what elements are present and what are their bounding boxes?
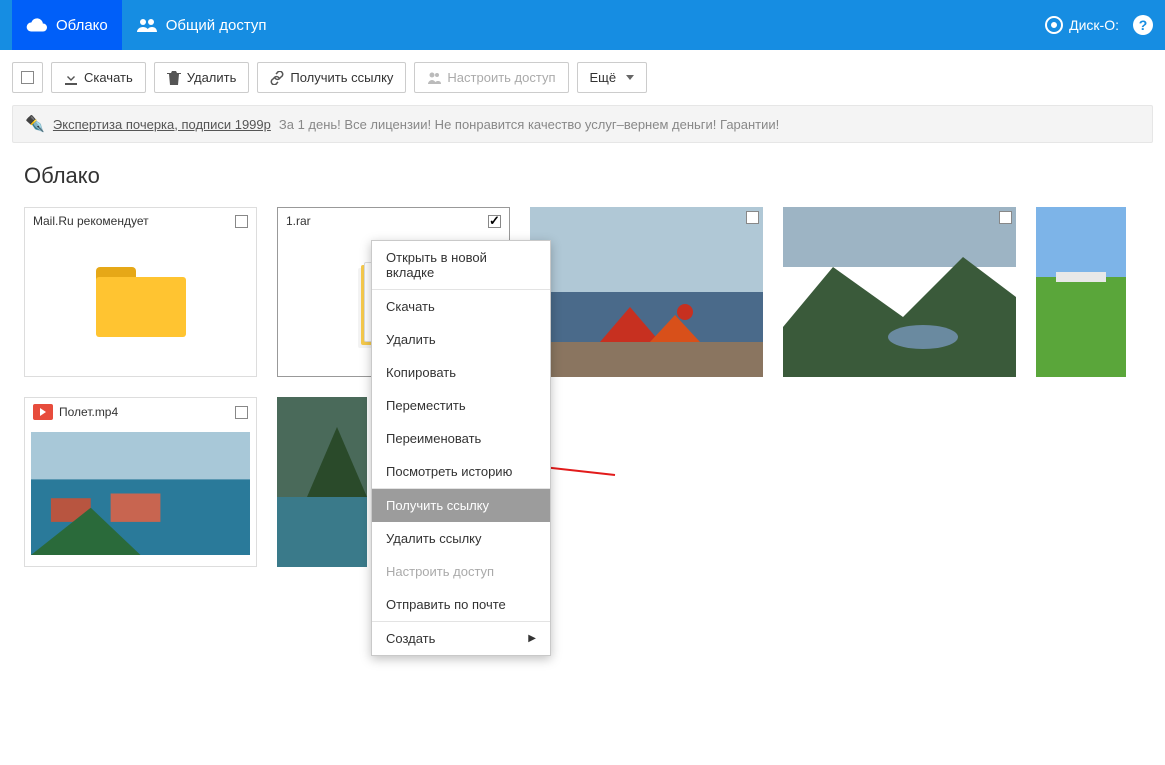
cloud-icon	[26, 17, 48, 33]
ctx-delete[interactable]: Удалить	[372, 323, 550, 356]
promo-text: За 1 день! Все лицензии! Не понравится к…	[279, 117, 779, 132]
download-button[interactable]: Скачать	[51, 62, 146, 93]
access-button[interactable]: Настроить доступ	[414, 62, 568, 93]
context-menu: Открыть в новой вкладке Скачать Удалить …	[371, 240, 551, 656]
folder-icon	[96, 267, 186, 337]
card-title: Полет.mp4	[59, 405, 118, 419]
page-title: Облако	[0, 157, 1165, 207]
download-icon	[64, 71, 78, 85]
card-image-3[interactable]	[1036, 207, 1126, 377]
disko-icon	[1045, 16, 1063, 34]
more-label: Ещё	[590, 70, 617, 85]
select-all-checkbox[interactable]	[12, 62, 43, 93]
card-image-2[interactable]	[783, 207, 1016, 377]
chevron-right-icon: ▶	[528, 633, 536, 644]
ctx-send-mail[interactable]: Отправить по почте	[372, 588, 550, 621]
ctx-get-link[interactable]: Получить ссылку	[372, 488, 550, 522]
svg-text:?: ?	[1139, 17, 1148, 33]
tab-shared-label: Общий доступ	[166, 17, 267, 34]
video-thumbnail	[31, 432, 250, 555]
image-thumbnail	[783, 207, 1016, 377]
disko-button[interactable]: Диск-О:	[1045, 16, 1119, 34]
app-header: Облако Общий доступ Диск-О: ?	[0, 0, 1165, 50]
card-checkbox[interactable]	[746, 211, 759, 224]
ctx-download[interactable]: Скачать	[372, 289, 550, 323]
ctx-create-label: Создать	[386, 631, 435, 646]
users-small-icon	[427, 71, 441, 85]
card-video[interactable]: Полет.mp4	[24, 397, 257, 567]
card-checkbox[interactable]	[235, 215, 248, 228]
access-label: Настроить доступ	[447, 70, 555, 85]
image-thumbnail	[530, 207, 763, 377]
link-icon	[270, 71, 284, 85]
ctx-open-tab[interactable]: Открыть в новой вкладке	[372, 241, 550, 289]
file-grid: Mail.Ru рекомендует 1.rar	[0, 207, 1165, 567]
help-icon[interactable]: ?	[1133, 15, 1153, 35]
card-checkbox[interactable]	[235, 406, 248, 419]
download-label: Скачать	[84, 70, 133, 85]
disko-label: Диск-О:	[1069, 17, 1119, 33]
get-link-label: Получить ссылку	[290, 70, 393, 85]
card-checkbox[interactable]	[488, 215, 501, 228]
card-image-4[interactable]	[277, 397, 367, 567]
card-image-1[interactable]	[530, 207, 763, 377]
video-icon	[33, 404, 53, 420]
card-recommend[interactable]: Mail.Ru рекомендует	[24, 207, 257, 377]
image-thumbnail	[1036, 207, 1126, 377]
ctx-history[interactable]: Посмотреть историю	[372, 455, 550, 488]
ctx-create[interactable]: Создать ▶	[372, 621, 550, 655]
tab-shared[interactable]: Общий доступ	[122, 0, 281, 50]
ctx-rename[interactable]: Переименовать	[372, 422, 550, 455]
get-link-button[interactable]: Получить ссылку	[257, 62, 406, 93]
tab-cloud[interactable]: Облако	[12, 0, 122, 50]
promo-banner: ✒️ Экспертиза почерка, подписи 1999р За …	[12, 105, 1153, 143]
more-button[interactable]: Ещё	[577, 62, 648, 93]
delete-button[interactable]: Удалить	[154, 62, 250, 93]
ctx-remove-link[interactable]: Удалить ссылку	[372, 522, 550, 555]
toolbar: Скачать Удалить Получить ссылку Настроит…	[0, 50, 1165, 105]
promo-link[interactable]: Экспертиза почерка, подписи 1999р	[53, 117, 271, 132]
image-thumbnail	[277, 397, 367, 567]
trash-icon	[167, 71, 181, 85]
ctx-move[interactable]: Переместить	[372, 389, 550, 422]
card-title: 1.rar	[286, 214, 311, 228]
caret-down-icon	[626, 75, 634, 80]
ctx-copy[interactable]: Копировать	[372, 356, 550, 389]
ctx-access[interactable]: Настроить доступ	[372, 555, 550, 588]
card-checkbox[interactable]	[999, 211, 1012, 224]
pen-icon: ✒️	[25, 114, 45, 134]
users-icon	[136, 17, 158, 33]
delete-label: Удалить	[187, 70, 237, 85]
card-title: Mail.Ru рекомендует	[33, 214, 149, 228]
tab-cloud-label: Облако	[56, 17, 108, 34]
